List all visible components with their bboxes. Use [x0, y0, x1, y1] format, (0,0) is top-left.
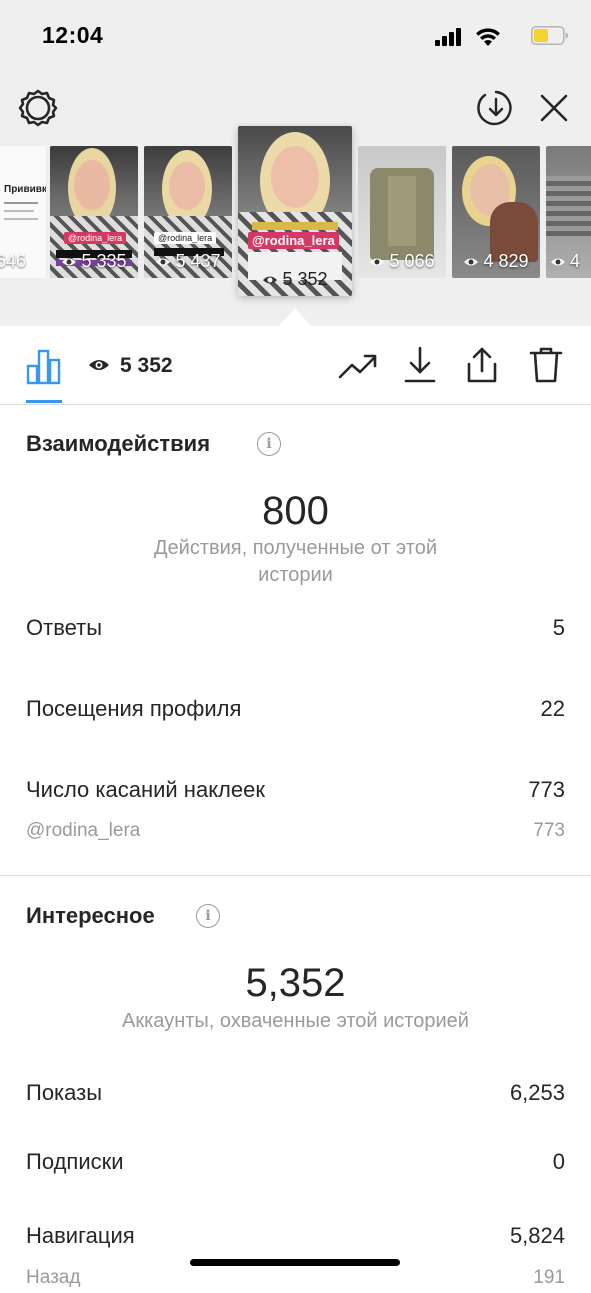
metric-value: 5,824 — [509, 1223, 565, 1248]
story-thumbnail[interactable]: 4 — [546, 146, 591, 278]
story-sticker-tag: @rodina_lera — [64, 232, 127, 244]
trash-icon — [529, 347, 563, 383]
story-view-count: 4 829 — [452, 251, 540, 272]
story-thumbnail[interactable]: 5 066 — [358, 146, 446, 278]
active-tab-indicator — [26, 400, 62, 403]
story-thumbnail-selected[interactable]: @rodina_lera 5 352 — [238, 126, 352, 296]
eye-icon — [370, 258, 385, 265]
metric-label: Подписки — [26, 1149, 124, 1174]
story-view-count: 5 352 — [238, 269, 352, 290]
settings-gear-icon — [18, 89, 58, 127]
metric-value: 0 — [552, 1149, 565, 1174]
metric-value: 22 — [540, 696, 565, 721]
metric-row: Число касаний наклеек 773 — [26, 775, 565, 805]
discovery-caption: Аккаунты, охваченные этой историей — [122, 1010, 469, 1032]
download-icon — [404, 346, 436, 383]
metric-subrow: Назад 191 — [26, 1263, 565, 1293]
metric-label: Ответы — [26, 615, 103, 640]
story-sticker-tag: @rodina_lera — [154, 232, 217, 244]
eye-icon — [62, 258, 77, 265]
story-thumbnail[interactable]: @rodina_lera 5 335 — [50, 146, 138, 278]
metric-row: Навигация 5,824 — [26, 1221, 565, 1251]
eye-icon — [89, 360, 109, 370]
section-divider — [0, 875, 591, 876]
battery-icon — [531, 26, 568, 45]
eye-icon — [156, 258, 171, 265]
share-icon — [467, 347, 497, 383]
metric-value: 5 — [552, 615, 565, 640]
insights-tab[interactable] — [22, 344, 66, 388]
download-button[interactable] — [398, 342, 442, 388]
delete-button[interactable] — [524, 342, 568, 388]
eye-icon — [464, 258, 479, 265]
metric-subrow: @rodina_lera 773 — [26, 816, 565, 846]
eye-icon — [263, 276, 278, 283]
story-view-count: 5 437 — [144, 251, 232, 272]
share-button[interactable] — [460, 342, 504, 388]
insights-toolbar: 5 352 — [0, 326, 591, 405]
status-icons — [429, 25, 569, 49]
story-view-count: 4 — [546, 251, 591, 272]
discovery-title: Интересное — [26, 903, 155, 928]
metric-row: Подписки 0 — [26, 1147, 565, 1177]
story-view-count: 5 335 — [50, 251, 138, 272]
interactions-title: Взаимодействия — [26, 431, 211, 456]
story-thumbnail[interactable]: 4 829 — [452, 146, 540, 278]
info-icon[interactable]: i — [196, 904, 220, 928]
story-view-count: 5 066 — [358, 251, 446, 272]
metric-value: 773 — [533, 820, 565, 841]
discovery-total: 5,352 — [245, 961, 346, 1005]
signal-icon — [435, 26, 465, 46]
home-indicator[interactable] — [190, 1259, 400, 1266]
story-sticker-tag: @rodina_lera — [248, 232, 339, 249]
metric-value: 773 — [528, 777, 565, 802]
metric-label: Назад — [26, 1267, 81, 1288]
info-icon[interactable]: i — [257, 432, 281, 456]
metric-row: Ответы 5 — [26, 613, 565, 643]
eye-icon — [551, 258, 565, 265]
views-count[interactable]: 5 352 — [120, 354, 173, 378]
story-thumbnail-strip: Прививки 646 @rodina_lera 5 335 @rodina_… — [0, 124, 591, 304]
metric-label: Посещения профиля — [26, 696, 242, 721]
viewers-button[interactable] — [84, 352, 114, 378]
status-bar: 12:04 — [0, 0, 591, 72]
close-icon — [540, 94, 568, 122]
download-circle-icon — [477, 90, 512, 126]
selected-story-pointer — [279, 308, 311, 326]
story-view-count: 646 — [0, 251, 27, 271]
metric-value: 191 — [533, 1267, 565, 1288]
metric-label: @rodina_lera — [26, 820, 141, 841]
promote-button[interactable] — [334, 344, 382, 388]
metric-label: Показы — [26, 1080, 103, 1105]
metric-row: Посещения профиля 22 — [26, 694, 565, 724]
wifi-icon — [476, 28, 500, 46]
story-header-area: 12:04 Прививк 646 @rodina_lera 5 335 @ro… — [0, 0, 591, 326]
metric-value: 6,253 — [509, 1080, 565, 1105]
status-time: 12:04 — [42, 22, 104, 48]
trend-arrow-icon — [338, 354, 377, 379]
story-thumbnail[interactable]: @rodina_lera 5 437 — [144, 146, 232, 278]
story-thumbnail[interactable]: Прививки 646 — [0, 146, 46, 278]
metric-label: Число касаний наклеек — [26, 777, 265, 802]
interactions-total: 800 — [262, 489, 329, 533]
bar-chart-icon — [26, 349, 61, 385]
interactions-caption: Действия, полученные от этой истории — [153, 537, 437, 586]
metric-label: Навигация — [26, 1223, 135, 1248]
story-thumbnail-caption: Прививки — [4, 184, 46, 195]
metric-row: Показы 6,253 — [26, 1078, 565, 1108]
